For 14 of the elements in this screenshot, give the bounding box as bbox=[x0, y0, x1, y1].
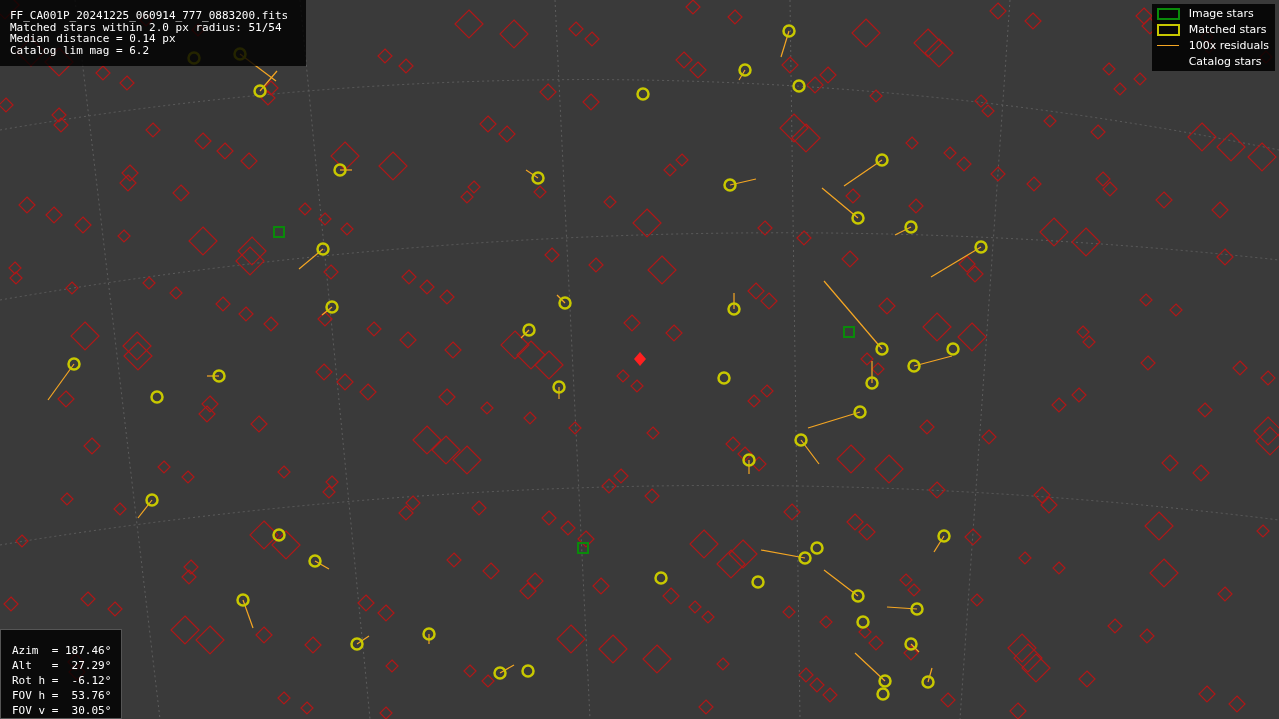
legend-label: Matched stars bbox=[1188, 23, 1267, 36]
pointing-text: Azim = 187.46° bbox=[12, 643, 112, 658]
line-icon bbox=[1156, 45, 1179, 46]
pointing-text: Alt = 27.29° bbox=[12, 658, 112, 673]
info-text: FF_CA001P_20241225_060914_777_0883200.fits bbox=[10, 10, 289, 22]
legend-label: Image stars bbox=[1188, 7, 1254, 20]
pointing-text: FOV v = 30.05° bbox=[12, 703, 112, 718]
info-text: Matched stars within 2.0 px radius: 51/54 bbox=[10, 21, 282, 33]
pointing-text: Rot h = -6.12° bbox=[12, 673, 112, 688]
pointing-text: FOV h = 53.76° bbox=[12, 688, 112, 703]
info-text: Median distance = 0.14 px bbox=[10, 33, 176, 45]
legend-label: 100x residuals bbox=[1188, 39, 1269, 52]
info-text: Catalog lim mag = 6.2 bbox=[10, 44, 150, 56]
legend-label: Catalog stars bbox=[1188, 55, 1262, 68]
